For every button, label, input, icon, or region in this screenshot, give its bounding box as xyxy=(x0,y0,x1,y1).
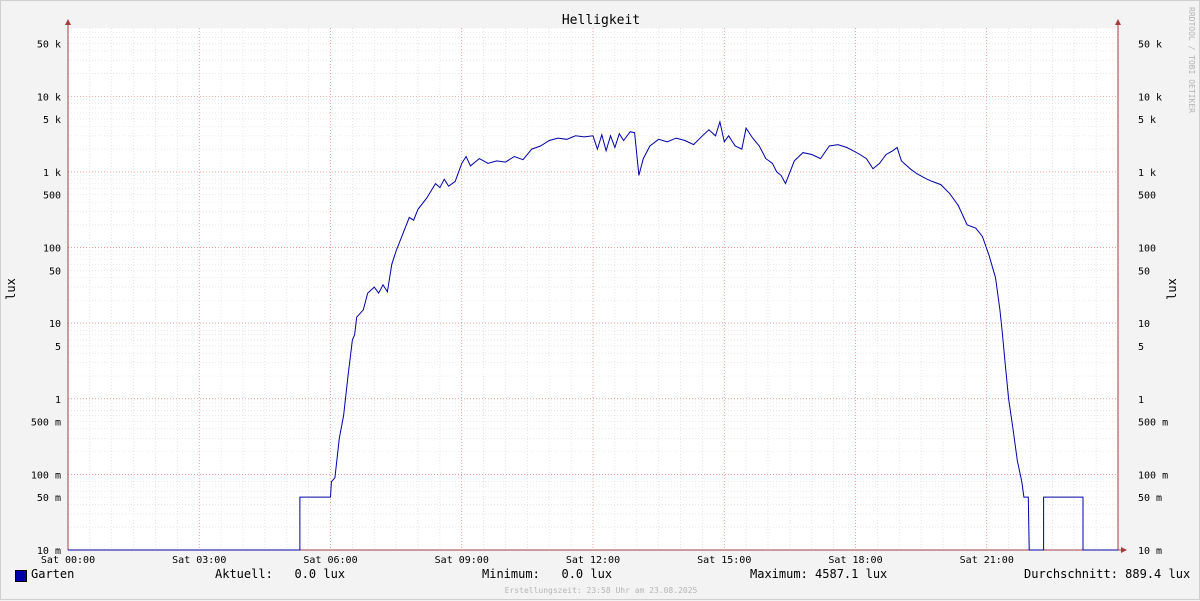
y-tick-label-right: 50 k xyxy=(1138,39,1162,50)
y-tick-label-right: 10 xyxy=(1138,319,1150,330)
y-tick-label-right: 10 m xyxy=(1138,546,1162,557)
legend-color-swatch xyxy=(15,570,27,582)
x-tick-label: Sat 12:00 xyxy=(566,555,620,566)
y-tick-label-right: 500 m xyxy=(1138,418,1168,429)
chart-title: Helligkeit xyxy=(562,13,640,28)
y-tick-label-left: 100 xyxy=(43,244,61,255)
brightness-chart: 10 m 10 m50 m 50 m100 m 100 m500 m 500 m1 15 5… xyxy=(4,13,1179,566)
y-axis-left-arrow xyxy=(65,19,71,25)
watermark: RRDTOOL / TOBI OETIKER xyxy=(1187,7,1196,113)
x-tick-label: Sat 15:00 xyxy=(697,555,751,566)
x-tick-label: Sat 03:00 xyxy=(172,555,226,566)
x-tick-label: Sat 06:00 xyxy=(303,555,357,566)
y-tick-label-right: 5 k xyxy=(1138,115,1156,126)
legend-aktuell: Aktuell: 0.0 lux xyxy=(215,567,346,581)
y-tick-label-left: 500 xyxy=(43,191,61,202)
y-tick-label-left: 5 xyxy=(55,342,61,353)
y-tick-label-left: 1 k xyxy=(43,168,61,179)
y-tick-label-left: 500 m xyxy=(31,418,61,429)
graph-frame: 10 m 10 m 50 m 50 m 100 m 100 m 500 m 500 m1155… xyxy=(0,0,1200,600)
x-tick-label: Sat 00:00 xyxy=(41,555,95,566)
legend-durchschnitt: Durchschnitt: 889.4 lux xyxy=(1024,567,1191,581)
y-tick-label-right: 1 xyxy=(1138,395,1144,406)
y-tick-label-right: 5 xyxy=(1138,342,1144,353)
y-tick-label-left: 50 k xyxy=(37,39,61,50)
legend-minimum: Minimum: 0.0 lux xyxy=(482,567,613,581)
y-tick-label-right: 50 m xyxy=(1138,493,1162,504)
y-tick-label-right: 50 xyxy=(1138,266,1150,277)
legend-series-name: Garten xyxy=(31,567,75,581)
y-tick-label-left: 50 xyxy=(49,266,61,277)
y-tick-label-left: 100 m xyxy=(31,470,61,481)
y-tick-label-right: 100 xyxy=(1138,244,1156,255)
y-tick-label-right: 500 xyxy=(1138,191,1156,202)
y-tick-label-right: 100 m xyxy=(1138,470,1168,481)
y-tick-label-left: 10 xyxy=(49,319,61,330)
y-axis-label-left: lux xyxy=(4,278,18,300)
x-tick-label: Sat 21:00 xyxy=(960,555,1014,566)
y-axis-label-right: lux xyxy=(1165,278,1179,300)
y-tick-label-left: 10 k xyxy=(37,92,61,103)
y-tick-label-right: 1 k xyxy=(1138,168,1156,179)
x-tick-label: Sat 18:00 xyxy=(828,555,882,566)
legend-maximum: Maximum: 4587.1 lux xyxy=(750,567,888,581)
x-axis-arrow xyxy=(1121,547,1127,553)
y-tick-label-left: 1 xyxy=(55,395,61,406)
y-tick-label-left: 5 k xyxy=(43,115,61,126)
y-tick-label-left: 50 m xyxy=(37,493,61,504)
y-tick-label-right: 10 k xyxy=(1138,92,1162,103)
footer-timestamp: Erstellungszeit: 23:58 Uhr am 23.08.2025 xyxy=(504,586,698,595)
y-axis-right-arrow xyxy=(1115,19,1121,25)
x-tick-label: Sat 09:00 xyxy=(435,555,489,566)
